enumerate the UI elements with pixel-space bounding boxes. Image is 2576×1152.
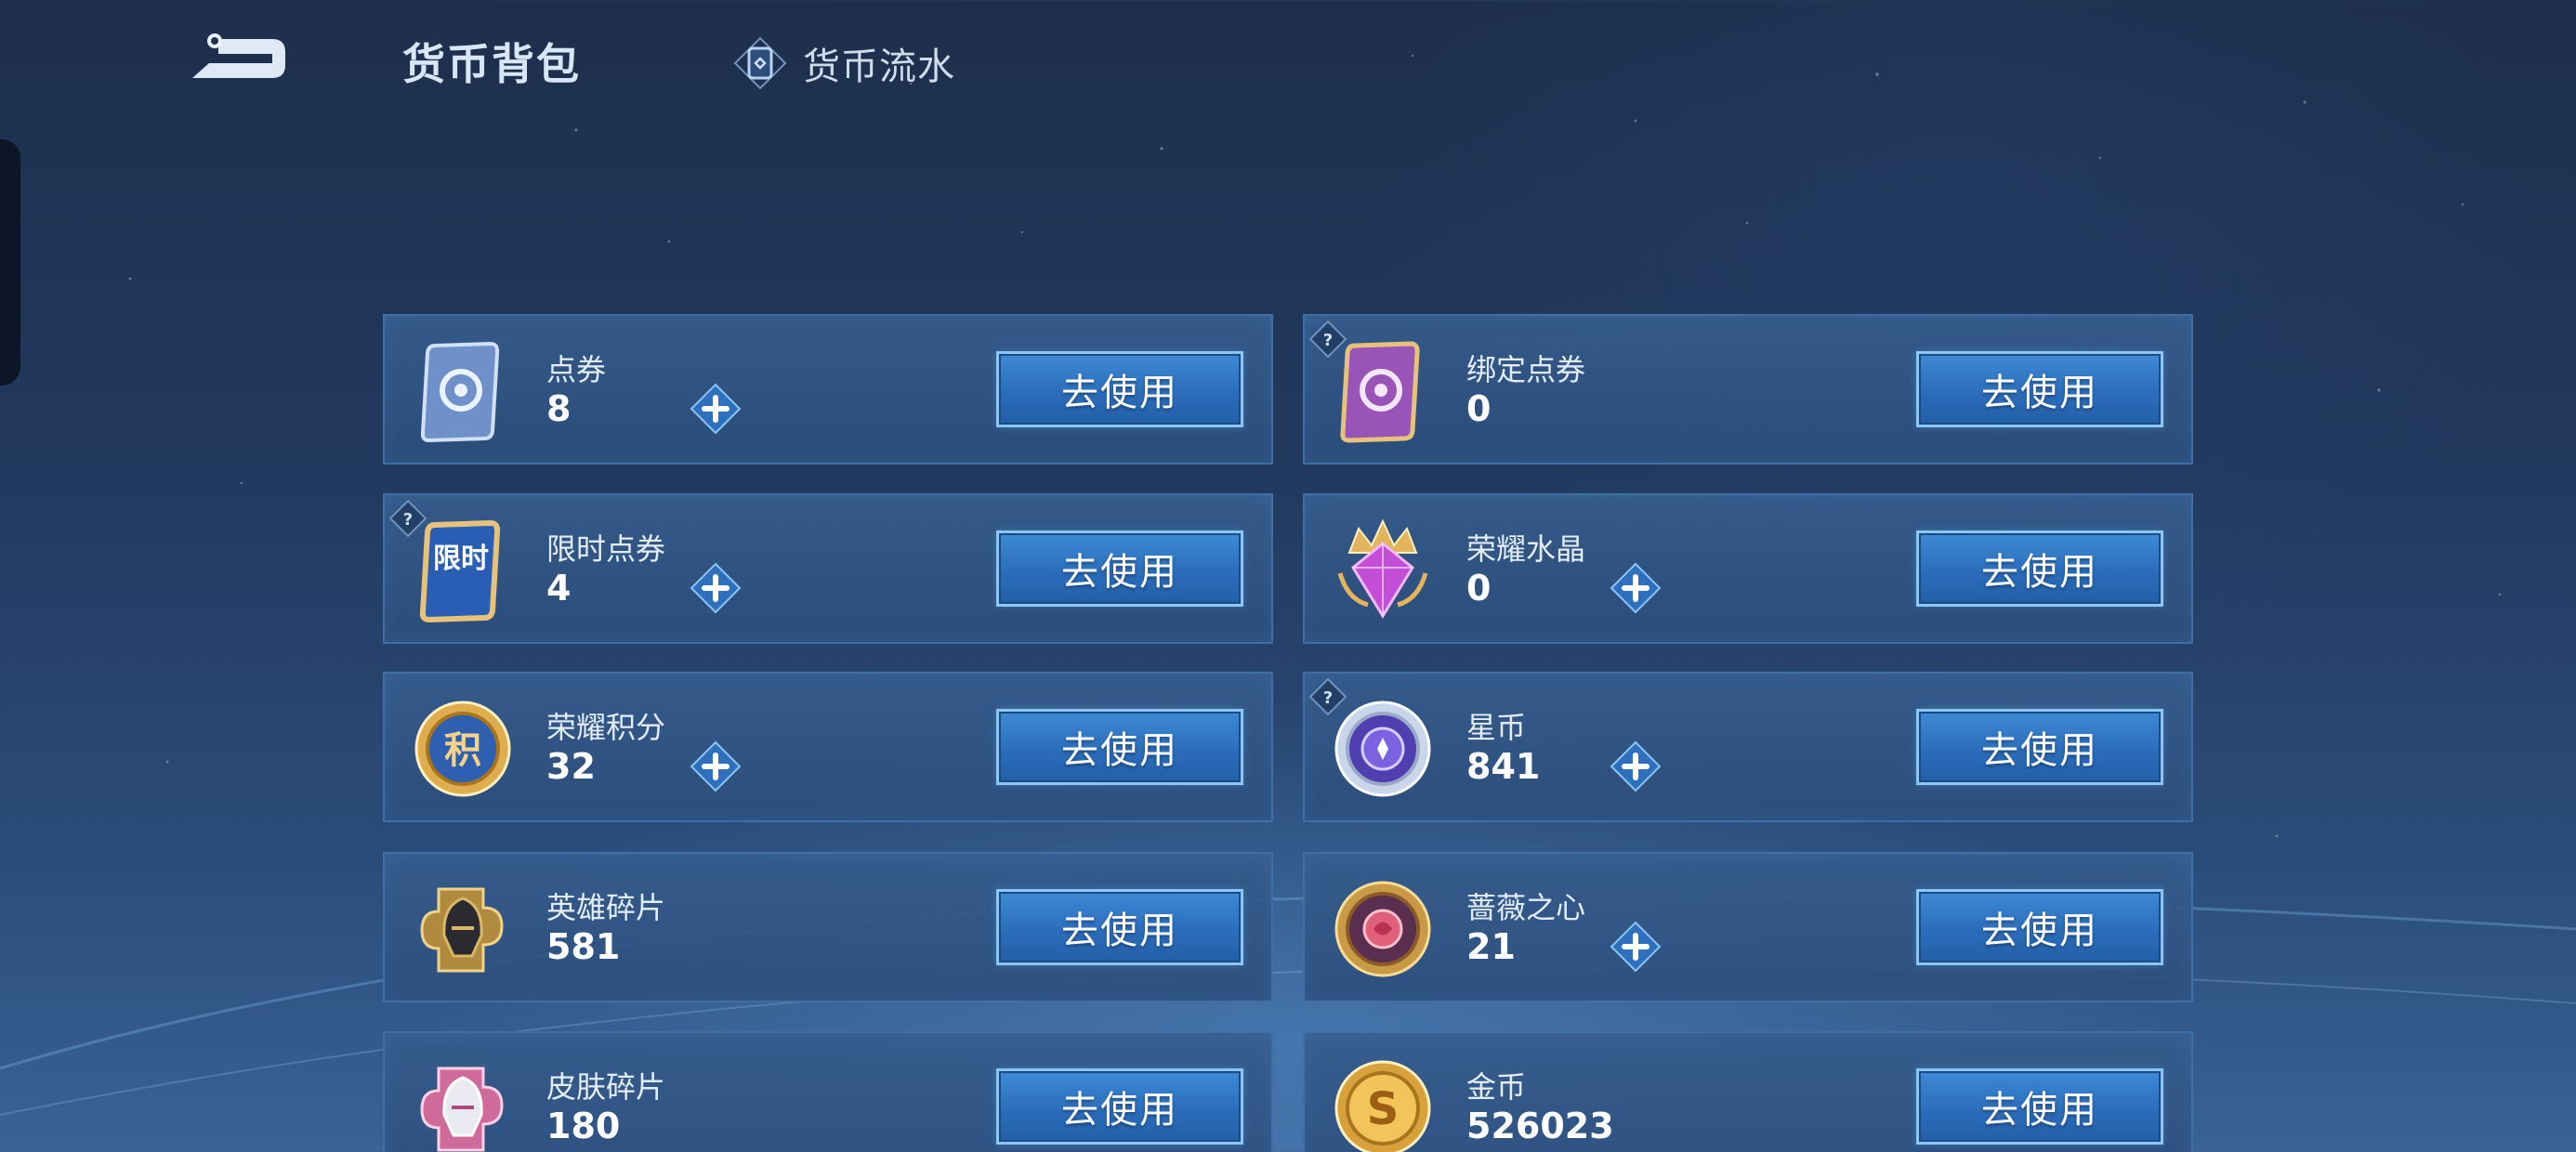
back-button[interactable] [181,28,302,93]
currency-card-gold-coin: S 金币 526023 去使用 [1303,1031,2193,1152]
add-icon[interactable] [1610,740,1662,792]
hero-fragment-icon [420,887,504,973]
side-edge-tab [0,139,20,386]
currency-name: 皮肤碎片 [546,1069,666,1105]
currency-card-rose-heart: 蔷薇之心 21 去使用 [1303,852,2193,1002]
currency-card-glory-crystal: 荣耀水晶 0 去使用 [1303,493,2193,644]
ledger-icon [733,36,787,90]
ticket-purple-icon [1340,341,1420,443]
currency-card-dianquan: 点券 8 去使用 [383,314,1273,465]
currency-amount: 8 [546,388,572,429]
currency-name: 限时点券 [546,531,666,567]
currency-name: 英雄碎片 [546,890,666,925]
limited-ticket-icon: 限时 [419,519,501,623]
currency-amount: 0 [1466,568,1492,609]
currency-card-star-coin: ? 星币 841 去使用 [1303,672,2193,822]
star-coin-icon [1334,700,1431,797]
add-icon[interactable] [690,562,742,614]
currency-name: 蔷薇之心 [1466,890,1586,925]
use-button[interactable]: 去使用 [996,709,1243,785]
glory-points-icon: 积 [414,700,511,797]
add-icon[interactable] [1610,921,1662,973]
add-icon[interactable] [1610,562,1662,614]
use-button[interactable]: 去使用 [996,351,1243,427]
use-button[interactable]: 去使用 [996,1068,1243,1145]
currency-name: 荣耀水晶 [1466,531,1586,567]
gold-coin-letter: S [1367,1083,1400,1135]
use-button[interactable]: 去使用 [1916,530,2163,607]
page-title: 货币背包 [402,39,581,89]
add-icon[interactable] [690,740,742,792]
rose-heart-icon [1334,881,1431,977]
add-icon[interactable] [690,383,742,435]
points-badge-text: 积 [444,729,481,772]
use-button[interactable]: 去使用 [996,889,1243,965]
skin-fragment-icon [420,1067,504,1152]
currency-name: 点券 [546,352,607,387]
currency-name: 金币 [1466,1069,1527,1105]
currency-name: 荣耀积分 [546,710,666,745]
currency-amount: 526023 [1466,1106,1614,1146]
currency-card-skin-fragment: 皮肤碎片 180 去使用 [383,1031,1273,1152]
currency-flow-label: 货币流水 [803,46,955,88]
ticket-blue-icon [420,341,500,443]
currency-amount: 581 [546,926,621,967]
currency-card-bound-dianquan: ? 绑定点券 0 去使用 [1303,314,2193,465]
currency-amount: 0 [1466,388,1492,429]
use-button[interactable]: 去使用 [1916,889,2163,965]
currency-card-hero-fragment: 英雄碎片 581 去使用 [383,852,1273,1002]
currency-amount: 32 [546,746,596,787]
limited-badge-text: 限时 [433,543,489,575]
currency-amount: 4 [546,568,572,609]
currency-amount: 841 [1466,746,1541,787]
gold-coin-icon: S [1334,1060,1431,1152]
currency-flow-link[interactable]: 货币流水 [732,35,955,91]
currency-amount: 21 [1466,926,1516,967]
use-button[interactable]: 去使用 [1916,1068,2163,1145]
use-button[interactable]: 去使用 [1916,351,2163,427]
back-arrow-icon [192,33,285,78]
glory-crystal-icon [1337,518,1428,619]
currency-card-limited-dianquan: ? 限时 限时点券 4 去使用 [383,493,1273,644]
currency-name: 绑定点券 [1466,352,1586,387]
currency-amount: 180 [546,1106,621,1146]
currency-name: 星币 [1466,710,1527,745]
currency-card-glory-points: 积 荣耀积分 32 去使用 [383,672,1273,822]
use-button[interactable]: 去使用 [1916,709,2163,785]
use-button[interactable]: 去使用 [996,530,1243,607]
